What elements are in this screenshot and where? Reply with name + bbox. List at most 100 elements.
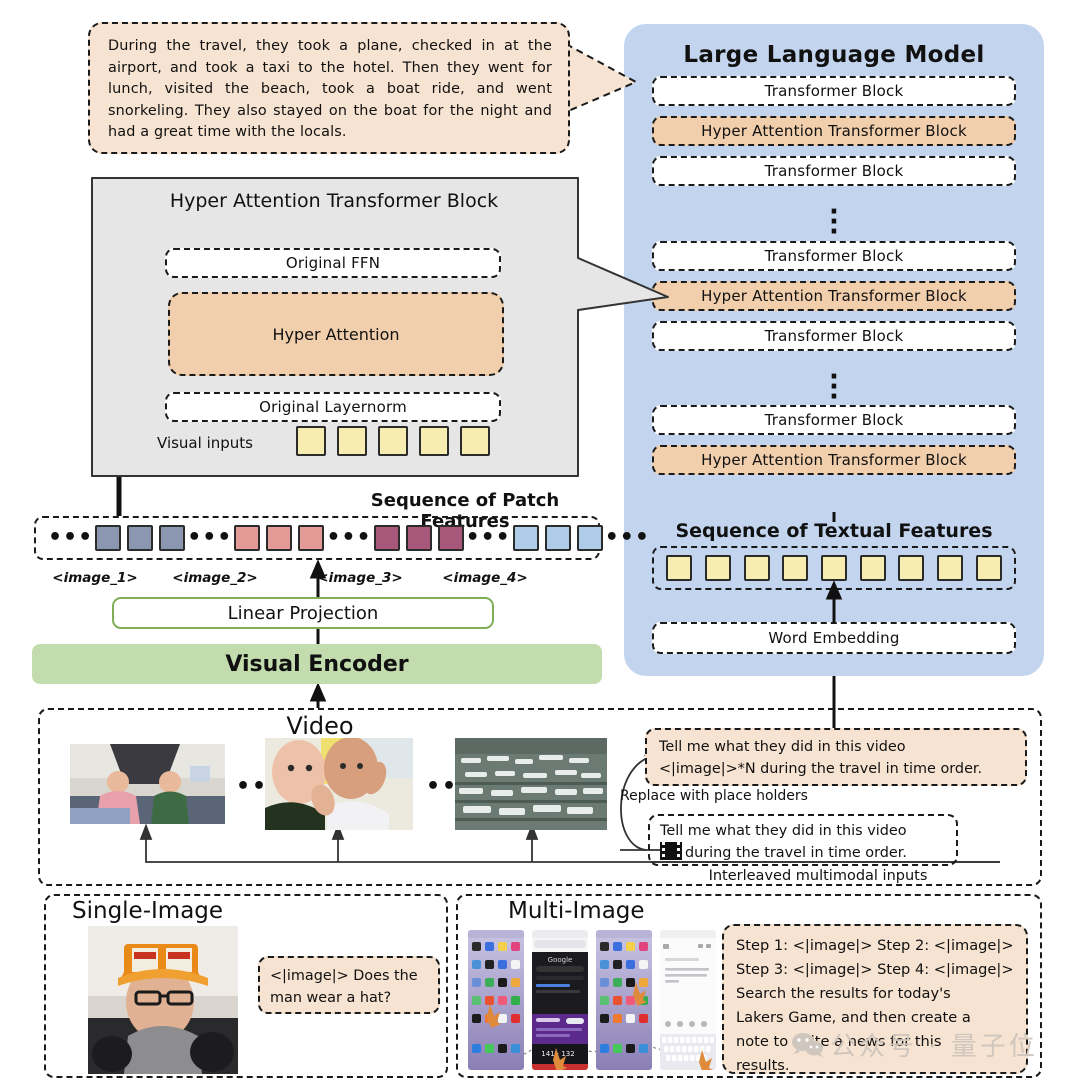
image-tag: <image_3> xyxy=(317,570,403,586)
llm-title: Large Language Model xyxy=(683,42,985,68)
patch-token xyxy=(437,525,464,551)
multi-image-prompt-line: Step 3: <|image|> Step 4: <|image|> xyxy=(736,961,1014,978)
hyper-attention-block[interactable]: Hyper Attention xyxy=(168,292,504,376)
interleaved-prompt-line1: Tell me what they did in this video xyxy=(660,823,907,839)
textual-feature-token-strip xyxy=(652,546,1016,590)
block-label: Transformer Block xyxy=(764,327,904,345)
phone-screenshot-4 xyxy=(660,930,716,1070)
single-image-photo xyxy=(88,926,238,1074)
textual-token xyxy=(936,555,963,581)
block-label: Hyper Attention Transformer Block xyxy=(701,122,967,140)
image-tag: <image_1> xyxy=(52,570,138,586)
wechat-watermark: 公众号 · 量子位 xyxy=(790,1026,1038,1063)
hyper-attention-label: Hyper Attention xyxy=(272,324,400,344)
patch-feature-strip: ••• ••• ••• ••• ••• xyxy=(34,516,649,560)
patch-token xyxy=(405,525,432,551)
textual-token xyxy=(666,555,693,581)
multi-image-title: Multi-Image xyxy=(508,898,645,924)
hyper-attention-transformer-block[interactable]: Hyper Attention Transformer Block xyxy=(652,116,1016,146)
multi-image-prompt-line: Step 1: <|image|> Step 2: <|image|> xyxy=(736,937,1014,954)
placeholder-prompt-line1: Tell me what they did in this video xyxy=(659,739,906,755)
word-embedding-block[interactable]: Word Embedding xyxy=(652,622,1016,654)
textual-token xyxy=(704,555,731,581)
image-tag: <image_2> xyxy=(172,570,258,586)
visual-token xyxy=(378,426,408,456)
patch-ellipsis-2: ••• xyxy=(326,525,372,550)
patch-token xyxy=(544,525,571,551)
patch-group xyxy=(512,525,603,551)
textual-token xyxy=(898,555,925,581)
visual-token xyxy=(460,426,490,456)
visual-token xyxy=(296,426,326,456)
video-section-title: Video xyxy=(286,712,354,740)
video-frame-3 xyxy=(455,738,607,830)
single-image-title: Single-Image xyxy=(72,898,224,924)
patch-token xyxy=(159,525,186,551)
textual-token xyxy=(743,555,770,581)
patch-ellipsis-start: ••• xyxy=(48,525,94,550)
detail-token-row xyxy=(296,424,490,458)
placeholder-prompt-box: Tell me what they did in this video <|im… xyxy=(645,728,1027,786)
interleaved-multimodal-inputs-label: Interleaved multimodal inputs xyxy=(708,868,928,884)
original-layernorm-label: Original Layernorm xyxy=(259,398,407,416)
patch-group xyxy=(95,525,186,551)
patch-token xyxy=(234,525,261,551)
block-label: Transformer Block xyxy=(764,162,904,180)
single-image-prompt-line2: man wear a hat? xyxy=(270,990,392,1006)
hyper-attention-transformer-block[interactable]: Hyper Attention Transformer Block xyxy=(652,445,1016,475)
video-frame-1 xyxy=(70,744,225,824)
patch-ellipsis-1: ••• xyxy=(187,525,233,550)
patch-ellipsis-4: ••• xyxy=(604,525,650,550)
patch-token xyxy=(95,525,122,551)
transformer-block[interactable]: Transformer Block xyxy=(652,321,1016,351)
interleaved-prompt-box: Tell me what they did in this video duri… xyxy=(648,814,958,866)
filmstrip-icon xyxy=(660,842,682,860)
patch-token xyxy=(127,525,154,551)
sequence-of-textual-features-label: Sequence of Textual Features xyxy=(675,520,993,542)
word-embedding-label: Word Embedding xyxy=(768,629,900,647)
block-label: Transformer Block xyxy=(764,247,904,265)
interleaved-prompt-line2: during the travel in time order. xyxy=(685,845,907,861)
patch-token xyxy=(298,525,325,551)
visual-encoder-label: Visual Encoder xyxy=(225,651,409,677)
textual-token xyxy=(782,555,809,581)
patch-ellipsis-3: ••• xyxy=(465,525,511,550)
phone-screenshot-2: Google 141 · 132 xyxy=(532,930,588,1070)
video-caption-bubble: During the travel, they took a plane, ch… xyxy=(88,22,570,154)
textual-token xyxy=(859,555,886,581)
detail-panel-title: Hyper Attention Transformer Block xyxy=(169,190,499,212)
original-layernorm-block[interactable]: Original Layernorm xyxy=(165,392,501,422)
patch-token xyxy=(373,525,400,551)
original-ffn-block[interactable]: Original FFN xyxy=(165,248,501,278)
image-tag: <image_4> xyxy=(442,570,528,586)
linear-projection-label: Linear Projection xyxy=(227,602,379,624)
visual-encoder-block[interactable]: Visual Encoder xyxy=(32,644,602,684)
patch-group xyxy=(373,525,464,551)
large-language-model-panel: Large Language Model Sequence of Textual… xyxy=(624,24,1044,676)
video-caption-text: During the travel, they took a plane, ch… xyxy=(108,38,552,140)
svg-text:Google: Google xyxy=(548,956,573,964)
block-label: Transformer Block xyxy=(764,82,904,100)
patch-token xyxy=(266,525,293,551)
block-label: Hyper Attention Transformer Block xyxy=(701,287,967,305)
textual-token xyxy=(975,555,1002,581)
video-frame-2 xyxy=(265,738,413,830)
single-image-prompt-line1: <|image|> Does the xyxy=(270,968,418,984)
linear-projection-block[interactable]: Linear Projection xyxy=(112,597,494,629)
single-image-prompt-box: <|image|> Does the man wear a hat? xyxy=(258,956,440,1014)
replace-with-placeholders-label: Replace with place holders xyxy=(620,788,808,804)
placeholder-prompt-line2: <|image|>*N during the travel in time or… xyxy=(659,761,983,777)
hyper-attention-transformer-block[interactable]: Hyper Attention Transformer Block xyxy=(652,281,1016,311)
phone-screenshot-1 xyxy=(468,930,524,1070)
phone-screenshot-3 xyxy=(596,930,652,1070)
transformer-block[interactable]: Transformer Block xyxy=(652,76,1016,106)
vertical-ellipsis: · · · xyxy=(829,362,839,412)
wechat-icon xyxy=(792,1032,823,1057)
block-label: Transformer Block xyxy=(764,411,904,429)
watermark-text: 公众号 · 量子位 xyxy=(830,1032,1038,1062)
patch-token xyxy=(512,525,539,551)
visual-inputs-label: Visual inputs xyxy=(157,434,253,452)
patch-token xyxy=(576,525,603,551)
transformer-block[interactable]: Transformer Block xyxy=(652,156,1016,186)
textual-token xyxy=(820,555,847,581)
